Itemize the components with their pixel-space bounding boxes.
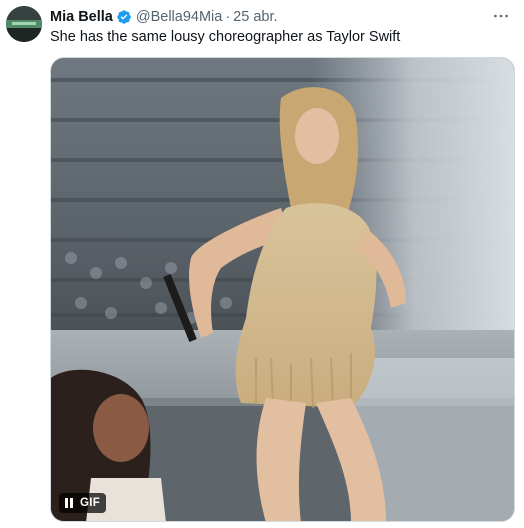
tweet-text: She has the same lousy choreographer as … (50, 29, 401, 45)
gif-controls[interactable]: GIF (59, 493, 107, 513)
more-horizontal-icon[interactable] (490, 6, 512, 26)
tweet-header: Mia Bella @Bella94Mia · 25 abr. (50, 8, 278, 26)
tweet[interactable]: Mia Bella @Bella94Mia · 25 abr. She has … (0, 0, 524, 528)
avatar[interactable] (6, 6, 42, 42)
pause-icon[interactable] (63, 497, 75, 509)
gif-frame (51, 58, 514, 521)
gif-media[interactable]: GIF (50, 57, 515, 522)
separator: · (225, 9, 231, 25)
gif-badge: GIF (80, 497, 101, 509)
author-handle[interactable]: @Bella94Mia (136, 8, 222, 26)
tweet-date[interactable]: 25 abr. (233, 8, 277, 26)
verified-badge-icon[interactable] (116, 9, 132, 25)
author-name[interactable]: Mia Bella (50, 8, 113, 26)
